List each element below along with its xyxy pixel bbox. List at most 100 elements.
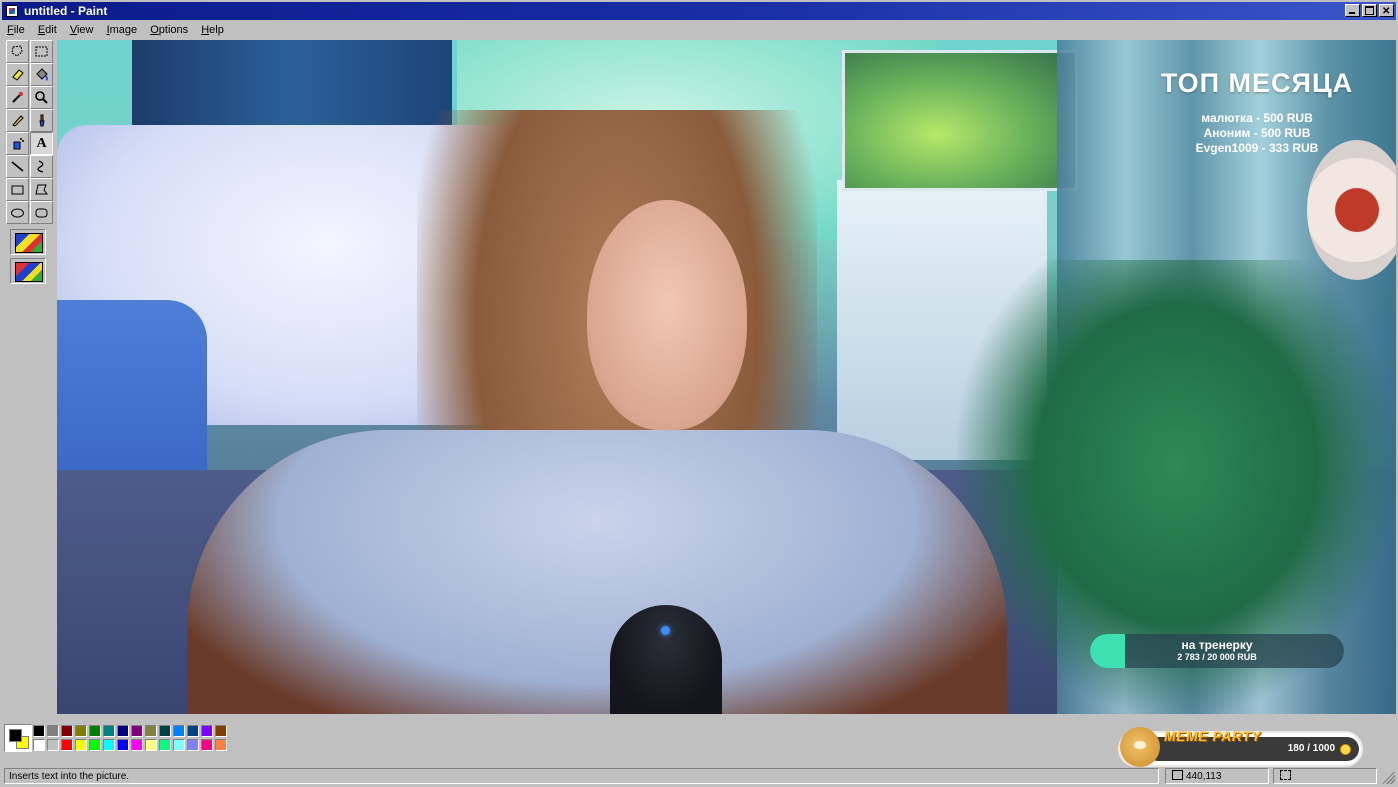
rectangle-icon <box>11 185 24 195</box>
palette-swatch[interactable] <box>159 725 171 737</box>
airbrush-tool[interactable] <box>6 132 29 155</box>
palette-swatch[interactable] <box>201 725 213 737</box>
palette-swatch[interactable] <box>103 725 115 737</box>
rect-select-tool[interactable] <box>30 40 53 63</box>
meme-party-title: MEME PARTY <box>1164 728 1262 744</box>
menu-file[interactable]: File <box>2 21 30 39</box>
pencil-tool[interactable] <box>6 109 29 132</box>
palette-swatch[interactable] <box>103 739 115 751</box>
rounded-rect-tool[interactable] <box>30 201 53 224</box>
meme-party-widget: MEME PARTY 180 / 1000 <box>1118 727 1363 767</box>
palette-swatch[interactable] <box>187 739 199 751</box>
palette-swatch[interactable] <box>173 725 185 737</box>
goal-title: на тренерку <box>1181 638 1253 652</box>
fill-style-icon <box>15 233 43 253</box>
toolbox: A <box>2 40 56 714</box>
eraser-tool[interactable] <box>6 63 29 86</box>
top-month-entry: Evgen1009 - 333 RUB <box>1195 141 1319 155</box>
magnifier-icon <box>35 91 48 104</box>
palette-swatch[interactable] <box>131 739 143 751</box>
fill-option-outline[interactable] <box>10 229 46 255</box>
palette-swatches <box>32 724 228 752</box>
window-title: untitled - Paint <box>24 4 108 18</box>
palette-swatch[interactable] <box>131 725 143 737</box>
fill-tool[interactable] <box>30 63 53 86</box>
palette-swatch[interactable] <box>159 739 171 751</box>
menu-edit[interactable]: Edit <box>33 21 62 39</box>
palette-swatch[interactable] <box>173 739 185 751</box>
palette-swatch[interactable] <box>47 725 59 737</box>
palette-swatch[interactable] <box>61 739 73 751</box>
palette-swatch[interactable] <box>89 739 101 751</box>
free-select-icon <box>11 45 23 57</box>
doge-logo-icon <box>1120 727 1160 767</box>
magnifier-tool[interactable] <box>30 86 53 109</box>
palette-swatch[interactable] <box>145 725 157 737</box>
palette-swatch[interactable] <box>33 725 45 737</box>
top-month-entry: малютка - 500 RUB <box>1201 111 1313 125</box>
current-colors[interactable] <box>4 724 32 752</box>
paint-window: untitled - Paint File Edit View Image Op… <box>0 0 1398 787</box>
drawing-canvas[interactable]: ТОП МЕСЯЦА малютка - 500 RUB Аноним - 50… <box>57 40 1396 714</box>
palette-swatch[interactable] <box>89 725 101 737</box>
top-month-overlay: ТОП МЕСЯЦА малютка - 500 RUB Аноним - 50… <box>1157 68 1357 156</box>
color-picker-tool[interactable] <box>6 86 29 109</box>
palette-swatch[interactable] <box>117 725 129 737</box>
cursor-position-icon <box>1172 770 1183 780</box>
text-tool[interactable]: A <box>30 132 53 155</box>
foreground-color[interactable] <box>9 729 22 742</box>
pencil-icon <box>12 115 24 127</box>
close-button[interactable] <box>1379 3 1394 21</box>
fill-style-solid-icon <box>15 262 43 282</box>
ellipse-tool[interactable] <box>6 201 29 224</box>
scene-person-body <box>187 430 1007 714</box>
donation-goal-bar: на тренерку 2 783 / 20 000 RUB <box>1090 634 1344 668</box>
palette-swatch[interactable] <box>201 739 213 751</box>
resize-grip-icon[interactable] <box>1383 772 1395 784</box>
status-selection-size <box>1273 768 1377 784</box>
line-tool[interactable] <box>6 155 29 178</box>
palette-swatch[interactable] <box>187 725 199 737</box>
rect-select-icon <box>35 46 48 57</box>
scene-aquarium <box>842 50 1078 191</box>
menu-options[interactable]: Options <box>145 21 193 39</box>
meme-party-count: 180 / 1000 <box>1287 743 1335 754</box>
menu-help[interactable]: Help <box>196 21 229 39</box>
status-message: Inserts text into the picture. <box>4 768 1159 784</box>
palette-swatch[interactable] <box>215 725 227 737</box>
fill-option-filled[interactable] <box>10 258 46 284</box>
donation-goal-text: на тренерку 2 783 / 20 000 RUB <box>1090 639 1344 663</box>
menu-bar: File Edit View Image Options Help <box>2 21 1396 39</box>
curve-tool[interactable] <box>30 155 53 178</box>
top-month-list: малютка - 500 RUB Аноним - 500 RUB Evgen… <box>1157 111 1357 156</box>
palette-swatch[interactable] <box>75 739 87 751</box>
maximize-button[interactable] <box>1362 4 1377 17</box>
line-icon <box>11 161 24 172</box>
brush-icon <box>39 114 45 127</box>
paint-app-icon[interactable] <box>6 5 18 17</box>
mic-led-icon <box>661 626 670 635</box>
rectangle-tool[interactable] <box>6 178 29 201</box>
minimize-button[interactable] <box>1345 4 1360 17</box>
goal-amount: 2 783 / 20 000 RUB <box>1177 652 1257 662</box>
palette-swatch[interactable] <box>117 739 129 751</box>
text-icon: A <box>36 135 47 151</box>
title-bar[interactable]: untitled - Paint <box>2 2 1396 21</box>
tool-grid: A <box>6 40 54 224</box>
scene-person-face <box>587 200 747 430</box>
airbrush-icon <box>13 138 24 150</box>
palette-swatch[interactable] <box>33 739 45 751</box>
menu-image[interactable]: Image <box>102 21 143 39</box>
free-select-tool[interactable] <box>6 40 29 63</box>
brush-tool[interactable] <box>30 109 53 132</box>
palette-swatch[interactable] <box>75 725 87 737</box>
curve-icon <box>37 160 44 173</box>
palette-swatch[interactable] <box>47 739 59 751</box>
palette-swatch[interactable] <box>145 739 157 751</box>
palette-swatch[interactable] <box>215 739 227 751</box>
palette-swatch[interactable] <box>61 725 73 737</box>
polygon-tool[interactable] <box>30 178 53 201</box>
status-coordinates: 440,113 <box>1165 768 1269 784</box>
polygon-icon <box>35 184 48 195</box>
menu-view[interactable]: View <box>65 21 99 39</box>
